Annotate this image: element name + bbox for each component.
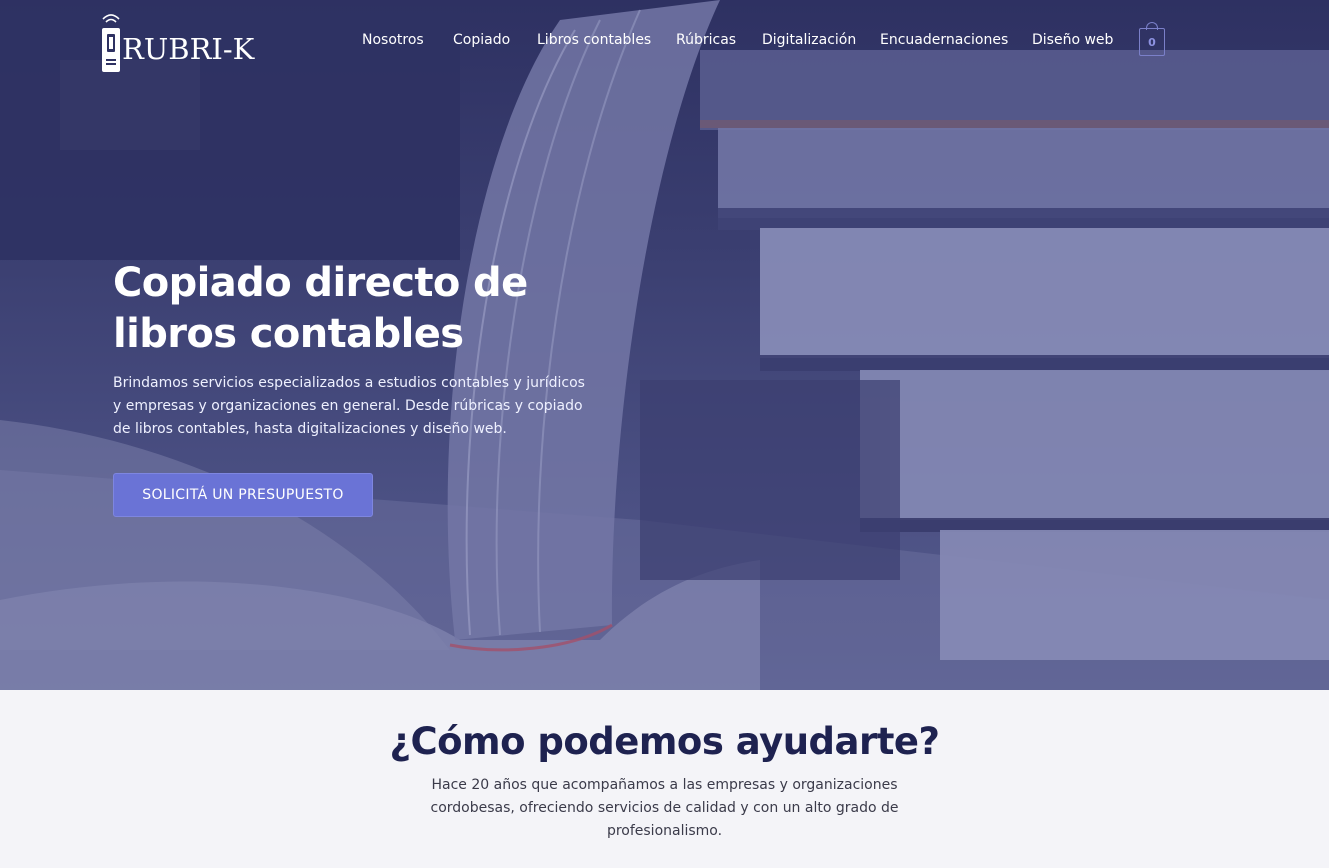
logo-text: RUBRI-K [122, 32, 255, 66]
rubri-k-logo[interactable]: RUBRI-K [100, 12, 270, 74]
nav-item-copiado[interactable]: Copiado [453, 32, 510, 48]
request-quote-label: SOLICITÁ UN PRESUPUESTO [142, 487, 344, 503]
request-quote-button[interactable]: SOLICITÁ UN PRESUPUESTO [113, 473, 373, 517]
hero-description: Brindamos servicios especializados a est… [113, 375, 585, 437]
cart-button[interactable]: 0 [1139, 28, 1165, 56]
section-description: Hace 20 años que acompañamos a las empre… [430, 777, 899, 839]
hero-title-line-1: Copiado directo de [113, 260, 528, 306]
nav-item-encuadernaciones[interactable]: Encuadernaciones [880, 32, 1008, 48]
nav-item-libros-contables[interactable]: Libros contables [537, 32, 651, 48]
usb-device-icon [102, 14, 120, 72]
nav-item-nosotros[interactable]: Nosotros [362, 32, 424, 48]
section-title: ¿Cómo podemos ayudarte? [389, 720, 941, 763]
hero-title: Copiado directo de libros contables [113, 258, 653, 360]
nav-item-digitalizacion[interactable]: Digitalización [762, 32, 856, 48]
hero-section: RUBRI-K Nosotros Copiado Libros contable… [0, 0, 1329, 690]
hero-title-line-2: libros contables [113, 311, 464, 357]
help-section: ¿Cómo podemos ayudarte? Hace 20 años que… [0, 690, 1329, 868]
nav-item-diseno-web[interactable]: Diseño web [1032, 32, 1113, 48]
cart-count: 0 [1148, 35, 1156, 49]
nav-item-rubricas[interactable]: Rúbricas [676, 32, 736, 48]
